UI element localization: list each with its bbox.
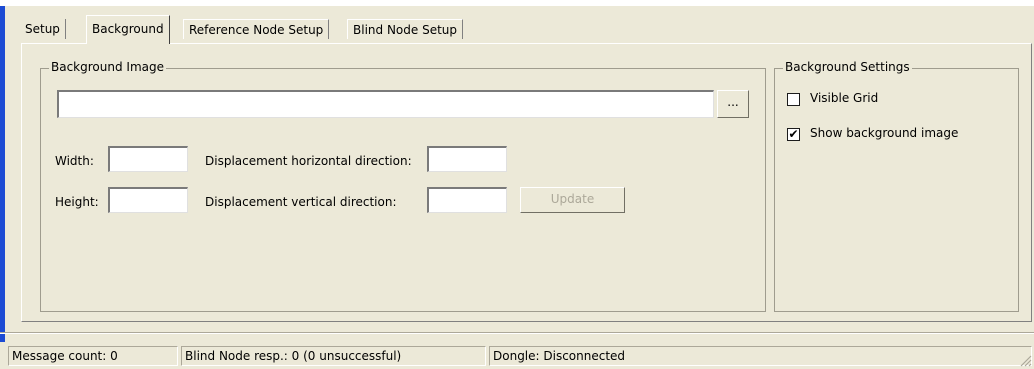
checkmark-icon: ✔ <box>788 127 799 141</box>
update-button[interactable]: Update <box>520 187 625 213</box>
background-image-group: Background Image ... Width: Displacement… <box>40 60 766 312</box>
displacement-vertical-label: Displacement vertical direction: <box>205 195 397 209</box>
background-settings-group: Background Settings Visible Grid ✔ Show … <box>774 60 1019 312</box>
tab-panel-background: Background Image ... Width: Displacement… <box>21 43 1032 322</box>
width-input[interactable] <box>108 146 188 172</box>
image-path-input[interactable] <box>57 90 714 118</box>
width-label: Width: <box>55 154 94 168</box>
tab-reference-node-setup[interactable]: Reference Node Setup <box>183 19 330 39</box>
visible-grid-label[interactable]: Visible Grid <box>810 91 878 105</box>
group-title-background-image: Background Image <box>49 60 166 74</box>
show-background-image-label[interactable]: Show background image <box>810 126 958 140</box>
visible-grid-checkbox[interactable] <box>787 93 800 106</box>
status-blind-node-resp: Blind Node resp.: 0 (0 unsuccessful) <box>181 346 486 366</box>
show-background-image-checkbox[interactable]: ✔ <box>787 128 800 141</box>
resize-grip-icon[interactable] <box>1020 355 1032 367</box>
displacement-vertical-input[interactable] <box>427 187 507 213</box>
status-dongle: Dongle: Disconnected <box>489 346 1032 366</box>
tab-background[interactable]: Background <box>86 15 170 44</box>
displacement-horizontal-label: Displacement horizontal direction: <box>205 154 412 168</box>
window-edge <box>0 6 5 344</box>
displacement-horizontal-input[interactable] <box>427 146 507 172</box>
status-bar: Message count: 0 Blind Node resp.: 0 (0 … <box>0 342 1034 369</box>
group-title-background-settings: Background Settings <box>783 60 912 74</box>
tab-setup[interactable]: Setup <box>20 19 66 39</box>
browse-button[interactable]: ... <box>717 90 749 118</box>
divider <box>0 332 1034 334</box>
status-message-count: Message count: 0 <box>8 346 178 366</box>
tab-blind-node-setup[interactable]: Blind Node Setup <box>347 19 463 39</box>
height-input[interactable] <box>108 187 188 213</box>
height-label: Height: <box>55 195 99 209</box>
